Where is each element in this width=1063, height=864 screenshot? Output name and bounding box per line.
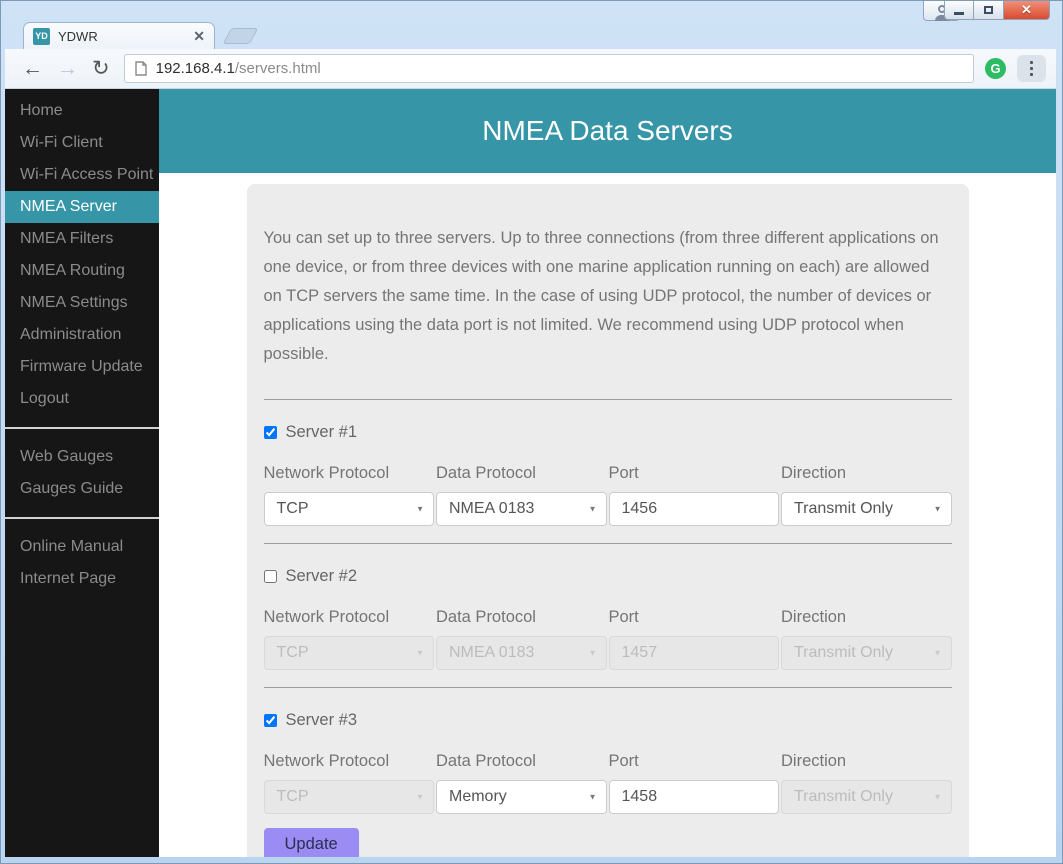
sidebar-item-administration[interactable]: Administration [5,319,159,351]
page-icon [134,61,147,76]
url-host: 192.168.4.1 [155,60,235,77]
server1-direction-select[interactable]: Transmit Only ▼ [781,492,952,526]
server3-direction-select: Transmit Only ▼ [781,780,952,814]
new-tab-button[interactable] [222,28,259,44]
sidebar-item-online-manual[interactable]: Online Manual [5,531,159,563]
minimize-button[interactable] [944,1,974,20]
page-content: Home Wi-Fi Client Wi-Fi Access Point NME… [5,89,1056,857]
sidebar-divider [5,427,159,429]
page-title: NMEA Data Servers [482,115,733,146]
url-text: 192.168.4.1/servers.html [156,60,321,77]
direction-label: Direction [781,752,847,770]
server2-label: Server #2 [285,567,358,585]
update-button[interactable]: Update [263,828,359,857]
browser-toolbar: ← → ↻ 192.168.4.1/servers.html G [5,49,1056,89]
port-label: Port [608,464,639,482]
browser-menu-button[interactable] [1017,55,1046,82]
server2-network-protocol-select: TCP ▼ [263,636,434,670]
chevron-down-icon: ▼ [933,792,942,802]
intro-text: You can set up to three servers. Up to t… [263,229,939,363]
server2-port-input [608,636,779,670]
data-protocol-label: Data Protocol [436,608,536,626]
chevron-down-icon: ▼ [933,504,942,514]
close-icon: ✕ [1021,2,1032,17]
section-divider [263,399,952,400]
data-protocol-label: Data Protocol [436,464,536,482]
server1-checkbox[interactable] [263,426,277,439]
browser-window: YD YDWR ✕ ✕ ← → ↻ 192.168.4.1/servers.ht… [0,0,1063,864]
server2-checkbox[interactable] [263,570,277,583]
sidebar-item-nmea-filters[interactable]: NMEA Filters [5,223,159,255]
chevron-down-icon: ▼ [416,648,424,658]
section-divider [263,687,952,688]
network-protocol-label: Network Protocol [263,752,390,770]
sidebar-item-firmware-update[interactable]: Firmware Update [5,351,159,383]
main-area: NMEA Data Servers You can set up to thre… [159,89,1056,857]
server3-network-protocol-select: TCP ▼ [263,780,434,814]
server2-direction-select: Transmit Only ▼ [781,636,952,670]
menu-dots-icon [1030,61,1033,64]
sidebar: Home Wi-Fi Client Wi-Fi Access Point NME… [5,89,159,857]
sidebar-item-internet-page[interactable]: Internet Page [5,563,159,595]
tab-close-icon[interactable]: ✕ [193,29,205,43]
data-protocol-label: Data Protocol [436,752,536,770]
chevron-down-icon: ▼ [933,648,942,658]
refresh-button[interactable]: ↻ [92,58,110,79]
tab-favicon-icon: YD [33,27,50,45]
chevron-down-icon: ▼ [588,648,597,658]
tab-title: YDWR [58,28,98,44]
server1-section: Server #1 Network Protocol Data Protocol… [263,423,952,544]
browser-tab[interactable]: YD YDWR ✕ [23,22,215,49]
maximize-button[interactable] [974,1,1004,20]
address-bar[interactable]: 192.168.4.1/servers.html [123,54,974,83]
server1-network-protocol-select[interactable]: TCP ▼ [263,492,434,526]
server2-data-protocol-select: NMEA 0183 ▼ [436,636,607,670]
server1-port-input[interactable] [608,492,779,526]
url-path: /servers.html [234,60,321,77]
port-label: Port [608,752,639,770]
server3-label: Server #3 [285,711,358,729]
back-button[interactable]: ← [22,58,43,79]
page-header: NMEA Data Servers [159,89,1056,173]
section-divider [263,543,952,544]
sidebar-item-nmea-server[interactable]: NMEA Server [5,191,159,223]
sidebar-item-wifi-client[interactable]: Wi-Fi Client [5,127,159,159]
grammarly-icon[interactable]: G [985,58,1006,79]
window-controls: ✕ [944,1,1050,20]
sidebar-item-nmea-settings[interactable]: NMEA Settings [5,287,159,319]
chevron-down-icon: ▼ [588,504,597,514]
direction-label: Direction [781,608,847,626]
port-label: Port [608,608,639,626]
server3-port-input[interactable] [608,780,779,814]
chevron-down-icon: ▼ [416,504,424,514]
sidebar-item-home[interactable]: Home [5,95,159,127]
maximize-icon [984,6,993,14]
chevron-down-icon: ▼ [588,792,597,802]
direction-label: Direction [781,464,847,482]
server1-label: Server #1 [285,423,358,441]
sidebar-item-gauges-guide[interactable]: Gauges Guide [5,473,159,505]
sidebar-item-logout[interactable]: Logout [5,383,159,415]
forward-button: → [57,57,78,80]
server3-checkbox[interactable] [263,714,277,727]
minimize-icon [954,11,964,15]
sidebar-item-web-gauges[interactable]: Web Gauges [5,441,159,473]
servers-card: You can set up to three servers. Up to t… [246,184,969,857]
sidebar-item-wifi-access-point[interactable]: Wi-Fi Access Point [5,159,159,191]
network-protocol-label: Network Protocol [263,464,390,482]
chevron-down-icon: ▼ [416,792,424,802]
server3-section: Server #3 Network Protocol Data Protocol… [263,711,952,814]
sidebar-item-nmea-routing[interactable]: NMEA Routing [5,255,159,287]
server2-section: Server #2 Network Protocol Data Protocol… [263,567,952,688]
close-button[interactable]: ✕ [1004,1,1050,20]
server1-data-protocol-select[interactable]: NMEA 0183 ▼ [436,492,607,526]
titlebar: YD YDWR ✕ ✕ [5,1,1056,49]
network-protocol-label: Network Protocol [263,608,390,626]
server3-data-protocol-select[interactable]: Memory ▼ [436,780,607,814]
sidebar-divider [5,517,159,519]
